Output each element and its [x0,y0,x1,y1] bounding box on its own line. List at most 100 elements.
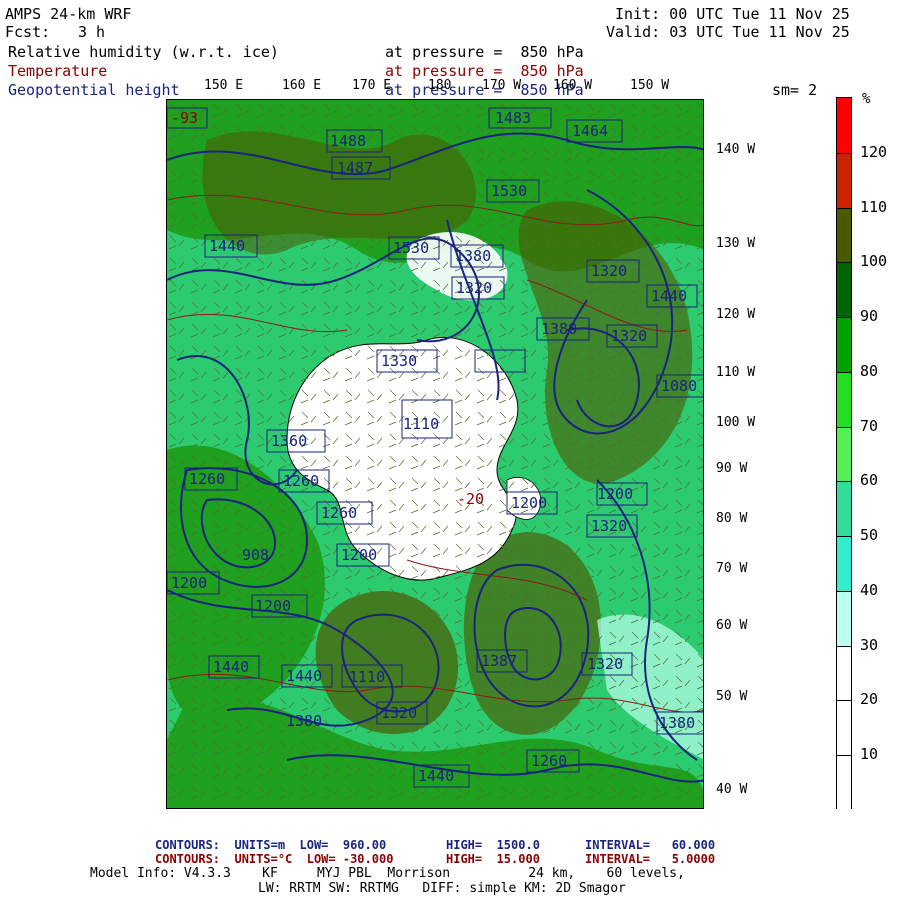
right-tick: 110 W [716,365,756,380]
legend-label: 30 [860,635,879,654]
smoothing-label: sm= 2 [772,81,818,99]
map-label: 1330 [381,352,418,370]
legend-label: 120 [860,142,888,161]
legend-band [837,262,851,319]
map-label: -20 [457,490,485,508]
map-label: 1110 [403,415,440,433]
footer-height-contours: CONTOURS: UNITS=m LOW= 960.00 [155,838,387,852]
footer-height-high: HIGH= 1500.0 [446,838,540,852]
footer-model-info: Model Info: V4.3.3 KF MYJ PBL Morrison 2… [90,866,685,881]
footer-physics-info: LW: RRTM SW: RRTMG DIFF: simple KM: 2D S… [258,881,626,896]
legend-band [837,317,851,373]
top-tick: 150 E [204,78,244,93]
legend-label: 90 [860,307,879,326]
map-label: 1200 [597,485,634,503]
map-label: 908 [242,546,270,564]
map-label: 1530 [393,239,430,257]
legend-band [837,755,851,811]
map-label: 1360 [271,432,308,450]
right-tick: 60 W [716,618,748,633]
top-tick: 170 E [352,78,392,93]
map-label: 1464 [572,122,609,140]
map-label: 1260 [189,470,226,488]
map-label: 1380 [455,247,492,265]
map-label: -93 [171,109,199,127]
legend-label: 20 [860,690,879,709]
map-label: 1320 [591,517,628,535]
map-label: 1320 [591,262,628,280]
field-rh-level: at pressure = 850 hPa [385,43,584,61]
forecast-value: 3 h [78,23,106,41]
map-label: 1110 [349,668,386,686]
map-label: 1440 [651,287,688,305]
map-label: 1080 [661,377,698,395]
right-tick: 40 W [716,782,748,797]
map-label: 1200 [341,546,378,564]
map-label: 1487 [337,159,374,177]
field-rh-name: Relative humidity (w.r.t. ice) [8,43,279,61]
legend-label: 80 [860,361,879,380]
field-temp-name: Temperature [8,62,108,80]
map-label: 1320 [456,279,493,297]
map-label: 1380 [541,320,578,338]
footer-temp-high: HIGH= 15.000 [446,852,540,866]
footer-height-interval: INTERVAL= 60.000 [585,838,716,852]
legend-band [837,98,851,153]
legend-label: 70 [860,416,879,435]
legend-label: 10 [860,745,879,764]
top-tick: 150 W [630,78,670,93]
valid-time: Valid: 03 UTC Tue 11 Nov 25 [606,23,850,41]
right-tick: 80 W [716,511,748,526]
legend-band [837,371,851,428]
legend-label: 40 [860,580,879,599]
map-label: 1320 [381,704,418,722]
map-label: 1200 [255,597,292,615]
right-tick: 130 W [716,236,756,251]
map-label: 1440 [209,237,246,255]
map-label: 1380 [286,712,323,730]
map-label: 1200 [171,574,208,592]
legend-band [837,152,851,209]
legend-band [837,700,851,757]
legend-band [837,536,851,592]
legend-unit: % [862,91,871,107]
top-tick: 180 [428,78,452,93]
map-label: 1440 [286,667,323,685]
map-label: 1320 [611,327,648,345]
top-tick: 160 W [553,78,593,93]
legend-label: 50 [860,526,879,545]
map-label: 1387 [481,652,518,670]
legend-band [837,426,851,483]
right-tick: 120 W [716,307,756,322]
top-tick: 160 E [282,78,322,93]
map-label: 1440 [213,658,250,676]
map-label: 1380 [659,714,696,732]
map-label: 1260 [321,504,358,522]
legend-label: 110 [860,197,888,216]
legend-label: 60 [860,471,879,490]
footer-temp-contours: CONTOURS: UNITS=°C LOW= -30.000 [155,852,394,866]
map-label: 1440 [418,767,455,785]
field-height-name: Geopotential height [8,81,180,99]
color-legend [836,97,852,811]
forecast-label: Fcst: [5,23,51,41]
map-panel: -93 1488 1487 1483 1464 1530 1440 1530 1… [166,99,704,809]
init-time: Init: 00 UTC Tue 11 Nov 25 [615,5,850,23]
map-label: 1483 [495,109,532,127]
footer-temp-interval: INTERVAL= 5.0000 [585,852,716,866]
right-tick: 140 W [716,142,756,157]
map-label: 1530 [491,182,528,200]
map-label: 1260 [283,472,320,490]
map-graphic [167,100,703,808]
legend-band [837,645,851,702]
map-label: 1200 [511,494,548,512]
right-tick: 90 W [716,461,748,476]
right-tick: 100 W [716,415,756,430]
top-tick: 170 W [482,78,522,93]
model-title: AMPS 24-km WRF [5,5,132,23]
right-tick: 70 W [716,561,748,576]
right-tick: 50 W [716,689,748,704]
map-label: 1320 [587,655,624,673]
map-label: 1260 [531,752,568,770]
legend-band [837,481,851,538]
